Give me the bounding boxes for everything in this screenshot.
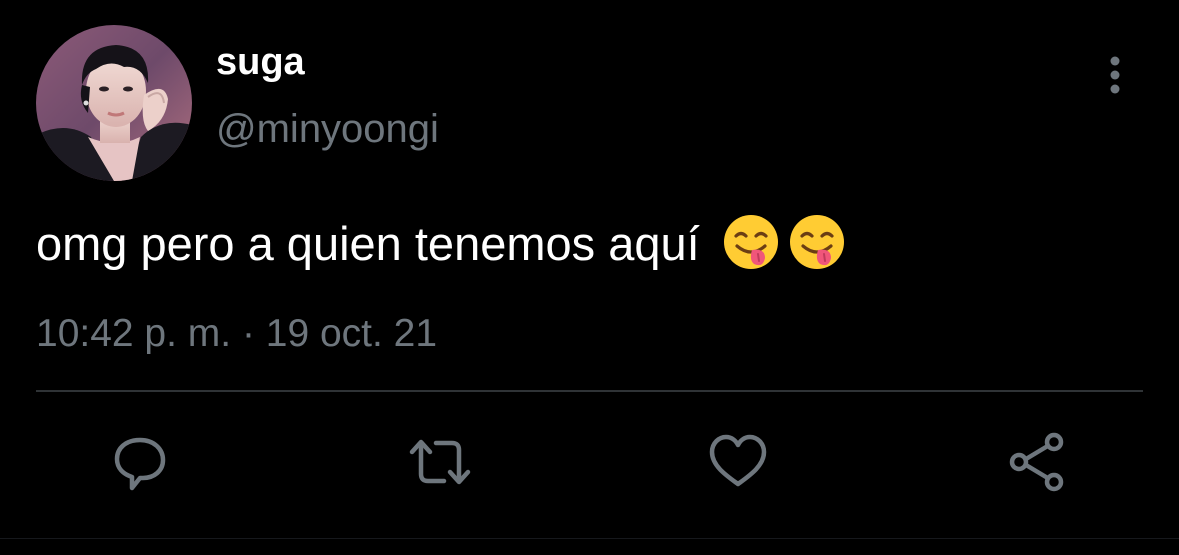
face-savoring-food-emoji [789, 215, 844, 269]
display-name[interactable]: suga [216, 40, 305, 84]
tweet-text-content: omg pero a quien tenemos aquí [36, 217, 700, 270]
more-vertical-icon [1110, 56, 1120, 94]
bottom-divider [0, 538, 1179, 539]
emoji-group [721, 212, 847, 284]
retweet-button[interactable] [408, 430, 472, 494]
tweet-text: omg pero a quien tenemos aquí [36, 212, 847, 284]
more-options-button[interactable] [1098, 54, 1132, 98]
divider [36, 390, 1143, 392]
reply-button[interactable] [108, 430, 172, 494]
user-handle[interactable]: @minyoongi [216, 106, 439, 152]
tweet-action-bar [0, 430, 1179, 494]
reply-icon [114, 437, 166, 491]
like-button[interactable] [706, 430, 770, 494]
avatar-image [36, 25, 192, 181]
avatar[interactable] [36, 25, 192, 181]
share-icon [1009, 432, 1064, 492]
heart-icon [709, 434, 767, 487]
retweet-icon [409, 439, 471, 485]
share-button[interactable] [1006, 430, 1070, 494]
face-savoring-food-emoji [723, 215, 778, 269]
tweet-timestamp[interactable]: 10:42 p. m. · 19 oct. 21 [36, 312, 437, 356]
